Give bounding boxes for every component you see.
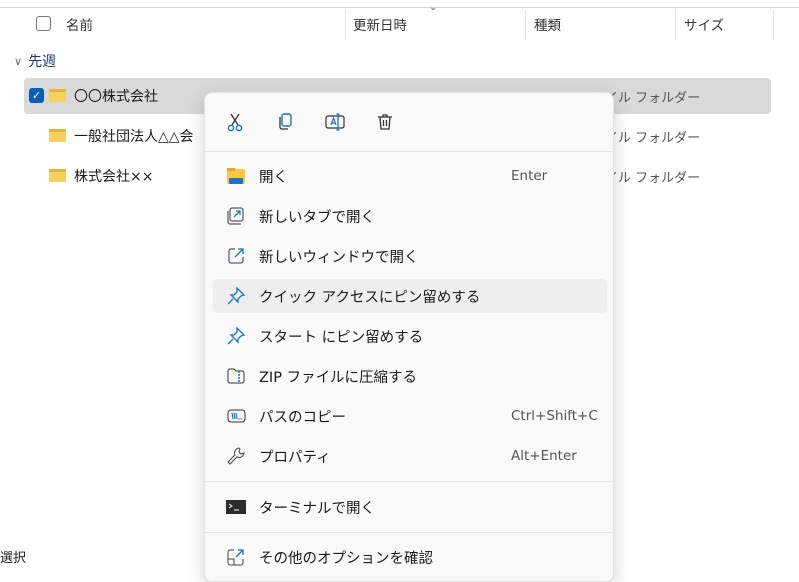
- menu-divider: [205, 481, 613, 482]
- menu-item-open-new-tab[interactable]: 新しいタブで開く: [213, 199, 607, 233]
- select-all-checkbox[interactable]: [36, 16, 51, 31]
- menu-item-label: スタート にピン留めする: [259, 329, 424, 346]
- rename-icon: [325, 113, 345, 131]
- copy-icon: [279, 113, 292, 130]
- folder-icon: [49, 129, 66, 142]
- delete-button[interactable]: [370, 109, 400, 135]
- chevron-down-icon: ∨: [14, 54, 23, 68]
- column-header-name[interactable]: 名前: [66, 8, 93, 40]
- menu-item-compress-zip[interactable]: ZIP ファイルに圧縮する: [213, 359, 607, 393]
- context-menu: 開く Enter 新しいタブで開く 新しいウィンドウで開く クイック アクセスに…: [204, 92, 614, 582]
- more-options-icon: [225, 546, 247, 568]
- file-name: 〇〇株式会社: [74, 89, 158, 105]
- rename-button[interactable]: [320, 109, 350, 135]
- menu-item-label: 開く: [259, 169, 288, 186]
- sort-chevron-icon: ⌄: [429, 2, 438, 13]
- menu-item-label: ZIP ファイルに圧縮する: [259, 369, 418, 386]
- column-header-modified[interactable]: 更新日時: [353, 8, 407, 40]
- copy-button[interactable]: [270, 109, 300, 135]
- menu-item-shortcut: Alt+Enter: [511, 448, 577, 464]
- menu-divider: [205, 151, 613, 152]
- menu-item-open[interactable]: 開く Enter: [213, 159, 607, 193]
- cut-icon: [227, 113, 243, 132]
- menu-item-shortcut: Enter: [511, 168, 548, 184]
- column-header-size[interactable]: サイズ: [684, 8, 724, 40]
- menu-item-properties[interactable]: プロパティ Alt+Enter: [213, 439, 607, 473]
- menu-item-label: プロパティ: [259, 449, 331, 466]
- row-checkbox[interactable]: ✓: [29, 88, 44, 103]
- menu-item-label: パスのコピー: [259, 409, 346, 426]
- menu-item-more-options[interactable]: その他のオプションを確認: [213, 540, 607, 574]
- menu-item-copy-path[interactable]: パスのコピー Ctrl+Shift+C: [213, 399, 607, 433]
- delete-icon: [378, 114, 392, 130]
- column-divider[interactable]: [773, 10, 774, 40]
- menu-item-shortcut: Ctrl+Shift+C: [511, 408, 598, 424]
- menu-item-label: 新しいウィンドウで開く: [259, 249, 419, 266]
- open-external-icon: [225, 245, 247, 267]
- menu-item-label: クイック アクセスにピン留めする: [259, 289, 481, 306]
- file-name: 一般社団法人△△会: [74, 129, 194, 145]
- column-divider[interactable]: [525, 10, 526, 40]
- group-header-last-week[interactable]: ∨ 先週: [14, 51, 56, 71]
- menu-item-pin-quick-access[interactable]: クイック アクセスにピン留めする: [213, 279, 607, 313]
- file-name: 株式会社××: [74, 169, 154, 185]
- zip-folder-icon: [225, 365, 247, 387]
- column-header-type[interactable]: 種類: [534, 8, 561, 40]
- pin-icon: [225, 325, 247, 347]
- menu-item-open-terminal[interactable]: ターミナルで開く: [213, 490, 607, 524]
- menu-item-label: 新しいタブで開く: [259, 209, 375, 226]
- terminal-icon: [225, 496, 247, 518]
- menu-item-label: その他のオプションを確認: [259, 550, 433, 567]
- folder-icon: [49, 169, 66, 182]
- menu-item-pin-start[interactable]: スタート にピン留めする: [213, 319, 607, 353]
- folder-icon: [49, 89, 66, 102]
- menu-item-label: ターミナルで開く: [259, 500, 375, 517]
- column-divider[interactable]: [345, 10, 346, 40]
- group-label: 先週: [28, 54, 57, 70]
- status-text: 選択: [0, 551, 27, 566]
- menu-item-open-new-window[interactable]: 新しいウィンドウで開く: [213, 239, 607, 273]
- pin-icon: [225, 285, 247, 307]
- column-divider[interactable]: [675, 10, 676, 40]
- new-tab-icon: [225, 205, 247, 227]
- menu-divider: [205, 532, 613, 533]
- cut-button[interactable]: [220, 109, 250, 135]
- copy-path-icon: [225, 405, 247, 427]
- wrench-icon: [225, 445, 247, 467]
- folder-open-icon: [225, 165, 247, 187]
